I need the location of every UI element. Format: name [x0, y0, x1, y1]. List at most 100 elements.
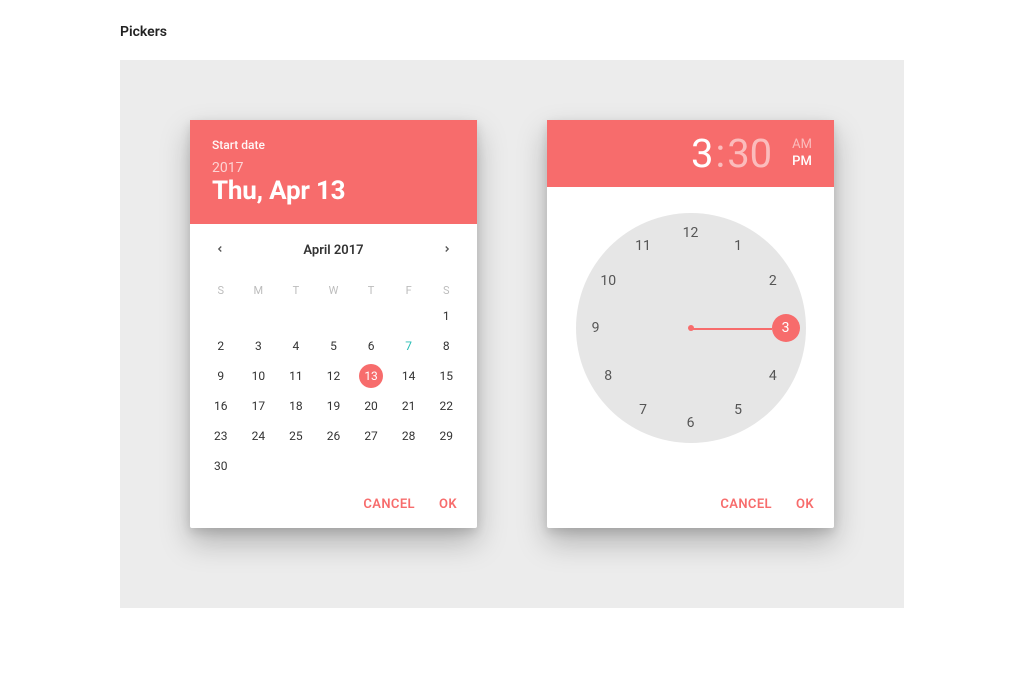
- ok-button[interactable]: OK: [796, 497, 814, 512]
- calendar-day[interactable]: 13: [352, 361, 390, 391]
- calendar-day[interactable]: 25: [277, 421, 315, 451]
- calendar-day-empty: [240, 301, 278, 331]
- calendar-day[interactable]: 19: [315, 391, 353, 421]
- calendar-day[interactable]: 17: [240, 391, 278, 421]
- calendar-day[interactable]: 30: [202, 451, 240, 481]
- calendar-day[interactable]: 12: [315, 361, 353, 391]
- calendar-day[interactable]: 8: [427, 331, 465, 361]
- prev-month-button[interactable]: [208, 238, 232, 262]
- calendar-day-empty: [390, 451, 428, 481]
- dow-label: T: [352, 276, 390, 301]
- calendar-day[interactable]: 27: [352, 421, 390, 451]
- next-month-button[interactable]: [435, 238, 459, 262]
- calendar-day[interactable]: 23: [202, 421, 240, 451]
- dow-label: S: [202, 276, 240, 301]
- calendar-day-empty: [390, 301, 428, 331]
- clock-wrap: 12 12 3 45678 9 1011: [547, 187, 834, 453]
- calendar-week-row: 23242526272829: [190, 421, 477, 451]
- calendar-day-empty: [315, 451, 353, 481]
- calendar-day-empty: [352, 301, 390, 331]
- calendar-day[interactable]: 20: [352, 391, 390, 421]
- clock-hour-12[interactable]: 12: [677, 219, 705, 247]
- calendar-day[interactable]: 16: [202, 391, 240, 421]
- clock-hour-10[interactable]: 10: [594, 267, 622, 295]
- dow-label: W: [315, 276, 353, 301]
- calendar-day-empty: [277, 451, 315, 481]
- clock-hour-1[interactable]: 1: [724, 232, 752, 260]
- canvas: Start date 2017 Thu, Apr 13 April 2017 S…: [120, 60, 904, 608]
- calendar-day[interactable]: 4: [277, 331, 315, 361]
- calendar-day[interactable]: 28: [390, 421, 428, 451]
- clock-hour-2[interactable]: 2: [759, 267, 787, 295]
- am-option[interactable]: AM: [792, 137, 812, 153]
- calendar-day-empty: [352, 451, 390, 481]
- calendar-week-row: 16171819202122: [190, 391, 477, 421]
- calendar-day[interactable]: 18: [277, 391, 315, 421]
- calendar-day[interactable]: 7: [390, 331, 428, 361]
- calendar-day-empty: [315, 301, 353, 331]
- calendar-day[interactable]: 11: [277, 361, 315, 391]
- calendar-day[interactable]: 1: [427, 301, 465, 331]
- calendar-day-empty: [240, 451, 278, 481]
- calendar-day[interactable]: 24: [240, 421, 278, 451]
- date-picker-header: Start date 2017 Thu, Apr 13: [190, 120, 477, 224]
- calendar-day[interactable]: 14: [390, 361, 428, 391]
- hour-value[interactable]: 3: [691, 130, 713, 177]
- clock-hour-5[interactable]: 5: [724, 396, 752, 424]
- month-label: April 2017: [303, 243, 363, 258]
- clock-hour-3[interactable]: 3: [772, 314, 800, 342]
- chevron-right-icon: [442, 242, 452, 258]
- calendar-day[interactable]: 6: [352, 331, 390, 361]
- calendar-day-empty: [427, 451, 465, 481]
- clock-hour-6[interactable]: 6: [677, 409, 705, 437]
- calendar-weeks: 1234567891011121314151617181920212223242…: [190, 301, 477, 485]
- calendar-day[interactable]: 21: [390, 391, 428, 421]
- dow-label: F: [390, 276, 428, 301]
- date-header-long-date[interactable]: Thu, Apr 13: [212, 176, 455, 206]
- date-header-label: Start date: [212, 138, 455, 152]
- date-picker-card: Start date 2017 Thu, Apr 13 April 2017 S…: [190, 120, 477, 528]
- calendar-day-empty: [202, 301, 240, 331]
- clock-hand: [691, 328, 772, 330]
- cancel-button[interactable]: CANCEL: [363, 497, 415, 512]
- calendar-day[interactable]: 3: [240, 331, 278, 361]
- time-picker-actions: CANCEL OK: [547, 485, 834, 528]
- calendar-day-empty: [277, 301, 315, 331]
- chevron-left-icon: [215, 242, 225, 258]
- minute-value[interactable]: 30: [727, 130, 772, 177]
- calendar-week-row: 1: [190, 301, 477, 331]
- calendar-week-row: 30: [190, 451, 477, 481]
- pm-option[interactable]: PM: [792, 154, 812, 170]
- dow-label: S: [427, 276, 465, 301]
- clock-hour-7[interactable]: 7: [629, 396, 657, 424]
- clock-hour-8[interactable]: 8: [594, 362, 622, 390]
- calendar-week-row: 2345678: [190, 331, 477, 361]
- clock-hour-9[interactable]: 9: [582, 314, 610, 342]
- month-nav: April 2017: [190, 224, 477, 268]
- dow-label: M: [240, 276, 278, 301]
- calendar-day[interactable]: 2: [202, 331, 240, 361]
- page-title: Pickers: [120, 24, 904, 40]
- clock-center-dot: [688, 325, 694, 331]
- calendar-day[interactable]: 5: [315, 331, 353, 361]
- calendar-day[interactable]: 29: [427, 421, 465, 451]
- calendar-day[interactable]: 26: [315, 421, 353, 451]
- time-picker-header: 3 : 30 AM PM: [547, 120, 834, 187]
- date-picker-actions: CANCEL OK: [190, 485, 477, 528]
- clock-hour-4[interactable]: 4: [759, 362, 787, 390]
- ok-button[interactable]: OK: [439, 497, 457, 512]
- dow-label: T: [277, 276, 315, 301]
- time-display: 3 : 30: [691, 130, 772, 177]
- cancel-button[interactable]: CANCEL: [720, 497, 772, 512]
- calendar-day[interactable]: 9: [202, 361, 240, 391]
- calendar-week-row: 9101112131415: [190, 361, 477, 391]
- time-picker-card: 3 : 30 AM PM 12 12 3 45678 9 1011 CANCEL OK: [547, 120, 834, 528]
- time-separator: :: [716, 130, 726, 177]
- day-of-week-row: SMTWTFS: [190, 276, 477, 301]
- date-header-year[interactable]: 2017: [212, 160, 455, 176]
- calendar-day[interactable]: 10: [240, 361, 278, 391]
- clock-face[interactable]: 12 12 3 45678 9 1011: [576, 213, 806, 443]
- clock-hour-11[interactable]: 11: [629, 232, 657, 260]
- calendar-day[interactable]: 15: [427, 361, 465, 391]
- calendar-day[interactable]: 22: [427, 391, 465, 421]
